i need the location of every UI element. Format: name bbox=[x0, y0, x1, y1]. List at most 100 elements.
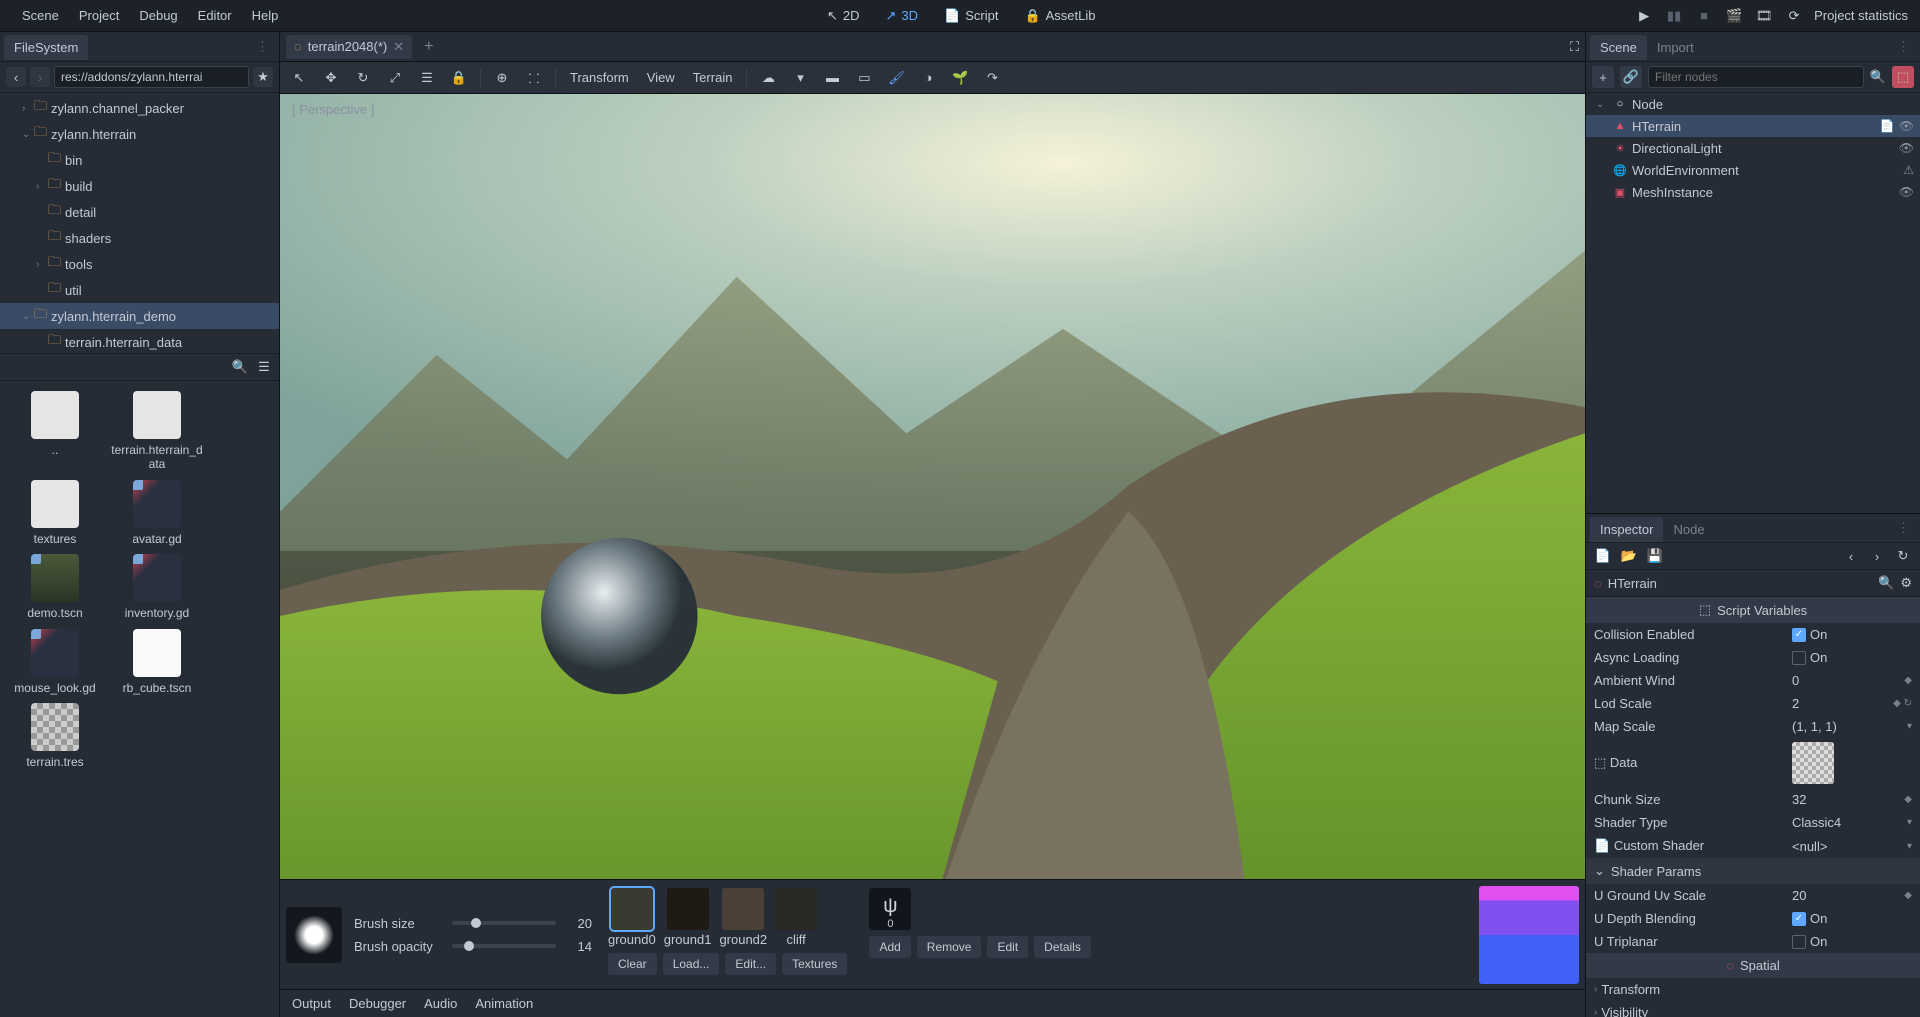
menu-scene[interactable]: Scene bbox=[12, 4, 69, 27]
local-space-icon[interactable]: ⊕ bbox=[491, 67, 513, 89]
tree-folder[interactable]: 🗀 terrain.hterrain_data bbox=[0, 329, 279, 353]
project-statistics[interactable]: Project statistics bbox=[1814, 8, 1908, 23]
collision-enabled-checkbox[interactable]: ✓ bbox=[1792, 628, 1806, 642]
tree-folder[interactable]: › 🗀 build bbox=[0, 173, 279, 199]
file-item[interactable]: demo.tscn bbox=[8, 554, 102, 620]
details-edit-button[interactable]: Edit bbox=[987, 936, 1028, 958]
mode-3d[interactable]: ↗ 3D bbox=[879, 4, 924, 28]
load-resource-icon[interactable]: 📂 bbox=[1620, 547, 1638, 565]
move-tool-icon[interactable]: ✥ bbox=[320, 67, 342, 89]
u-depth-blending-checkbox[interactable]: ✓ bbox=[1792, 912, 1806, 926]
add-tab-icon[interactable]: + bbox=[418, 36, 439, 58]
nav-forward-icon[interactable]: › bbox=[30, 67, 50, 87]
lock-tool-icon[interactable]: 🔒 bbox=[448, 67, 470, 89]
tree-folder[interactable]: ⌄ 🗀 zylann.hterrain bbox=[0, 121, 279, 147]
terrain-color-icon[interactable]: ◑ bbox=[917, 67, 939, 89]
filesystem-tree[interactable]: › 🗀 zylann.channel_packer ⌄ 🗀 zylann.hte… bbox=[0, 93, 279, 353]
inspector-tab-btn[interactable]: Inspector bbox=[1590, 517, 1663, 542]
terrain-raise-icon[interactable]: ☁ bbox=[757, 67, 779, 89]
history-fwd-icon[interactable]: › bbox=[1868, 547, 1886, 565]
menu-help[interactable]: Help bbox=[242, 4, 289, 27]
brush-opacity-slider[interactable] bbox=[452, 944, 556, 948]
foldout-transform[interactable]: ›Transform bbox=[1586, 978, 1920, 1001]
scene-node[interactable]: ▲ HTerrain 📄👁 bbox=[1586, 115, 1920, 137]
ambient-wind-value[interactable]: 0 bbox=[1792, 673, 1900, 688]
terrain-smooth-icon[interactable]: ▬ bbox=[821, 67, 843, 89]
bottom-tab-debugger[interactable]: Debugger bbox=[349, 996, 406, 1011]
terrain-lower-icon[interactable]: ▾ bbox=[789, 67, 811, 89]
texture-ground1[interactable] bbox=[667, 888, 709, 930]
scene-node[interactable]: 🌐 WorldEnvironment ⚠ bbox=[1586, 159, 1920, 181]
texture-ground2[interactable] bbox=[722, 888, 764, 930]
scene-node[interactable]: ⌄ ○ Node bbox=[1586, 93, 1920, 115]
obj-search-icon[interactable]: 🔍 bbox=[1878, 575, 1894, 591]
detail-grass-0[interactable]: ψ0 bbox=[869, 888, 911, 930]
texture-cliff[interactable] bbox=[775, 888, 817, 930]
bottom-tab-animation[interactable]: Animation bbox=[475, 996, 533, 1011]
section-spatial[interactable]: ◌ Spatial bbox=[1586, 953, 1920, 978]
details-add-button[interactable]: Add bbox=[869, 936, 910, 958]
terrain-flatten-icon[interactable]: ▭ bbox=[853, 67, 875, 89]
mode-2d[interactable]: ↖ 2D bbox=[821, 4, 866, 28]
inspector-dock-options-icon[interactable]: ⋮ bbox=[1891, 520, 1916, 536]
file-item[interactable]: terrain.tres bbox=[8, 703, 102, 769]
custom-shader-value[interactable]: <null> bbox=[1792, 839, 1903, 854]
terrain-detail-icon[interactable]: 🌱 bbox=[949, 67, 971, 89]
chunk-size-value[interactable]: 32 bbox=[1792, 792, 1900, 807]
file-grid[interactable]: ..terrain.hterrain_datatexturesavatar.gd… bbox=[0, 381, 279, 1017]
scene-tab[interactable]: ◌ terrain2048(*) ✕ bbox=[286, 35, 412, 59]
details-remove-button[interactable]: Remove bbox=[917, 936, 982, 958]
add-node-icon[interactable]: + bbox=[1592, 66, 1614, 88]
async-loading-checkbox[interactable] bbox=[1792, 651, 1806, 665]
scene-node[interactable]: ☀ DirectionalLight 👁 bbox=[1586, 137, 1920, 159]
tree-folder[interactable]: › 🗀 zylann.channel_packer bbox=[0, 95, 279, 121]
search-nodes-icon[interactable]: 🔍 bbox=[1870, 69, 1886, 85]
lod-scale-value[interactable]: 2 bbox=[1792, 696, 1889, 711]
play-scene-icon[interactable]: 🎬 bbox=[1724, 6, 1744, 26]
snap-icon[interactable]: ⸬ bbox=[523, 67, 545, 89]
data-resource-thumb[interactable] bbox=[1792, 742, 1834, 784]
file-item[interactable]: avatar.gd bbox=[110, 480, 204, 546]
pause-icon[interactable]: ▮▮ bbox=[1664, 6, 1684, 26]
list-view-icon[interactable]: ☰ bbox=[255, 358, 273, 376]
viewport-3d[interactable]: [ Perspective ] bbox=[280, 94, 1585, 879]
close-tab-icon[interactable]: ✕ bbox=[393, 39, 404, 55]
instance-node-icon[interactable]: 🔗 bbox=[1620, 66, 1642, 88]
textures-clear-button[interactable]: Clear bbox=[608, 953, 657, 975]
filesystem-tab[interactable]: FileSystem bbox=[4, 35, 88, 60]
new-resource-icon[interactable]: 📄 bbox=[1594, 547, 1612, 565]
menu-debug[interactable]: Debug bbox=[129, 4, 187, 27]
scene-tree[interactable]: ⌄ ○ Node ▲ HTerrain 📄👁 ☀ DirectionalLigh… bbox=[1586, 93, 1920, 513]
tree-folder[interactable]: 🗀 util bbox=[0, 277, 279, 303]
view-menu[interactable]: View bbox=[643, 68, 679, 87]
menu-project[interactable]: Project bbox=[69, 4, 129, 27]
section-script-variables[interactable]: ⬚ Script Variables bbox=[1586, 597, 1920, 623]
shader-type-dropdown[interactable]: Classic4 bbox=[1792, 815, 1903, 830]
save-resource-icon[interactable]: 💾 bbox=[1646, 547, 1664, 565]
filesystem-path-input[interactable] bbox=[54, 66, 249, 88]
file-item[interactable]: terrain.hterrain_data bbox=[110, 391, 204, 472]
details-menu-button[interactable]: Details bbox=[1034, 936, 1091, 958]
scene-node[interactable]: ▣ MeshInstance 👁 bbox=[1586, 181, 1920, 203]
node-tab-btn[interactable]: Node bbox=[1663, 517, 1714, 542]
script-icon[interactable]: 📄 bbox=[1880, 119, 1895, 133]
menu-editor[interactable]: Editor bbox=[188, 4, 242, 27]
play-icon[interactable]: ▶ bbox=[1634, 6, 1654, 26]
render-icon[interactable]: ⟳ bbox=[1784, 6, 1804, 26]
map-scale-value[interactable]: (1, 1, 1) bbox=[1792, 719, 1903, 734]
file-item[interactable]: inventory.gd bbox=[110, 554, 204, 620]
scene-tab-btn[interactable]: Scene bbox=[1590, 35, 1647, 60]
terrain-menu[interactable]: Terrain bbox=[689, 68, 737, 87]
scale-tool-icon[interactable]: ⤢ bbox=[384, 67, 406, 89]
play-custom-icon[interactable]: 🎞 bbox=[1754, 6, 1774, 26]
terrain-paint-icon[interactable]: 🖌 bbox=[885, 67, 907, 89]
textures-menu-button[interactable]: Textures bbox=[782, 953, 847, 975]
bottom-tab-audio[interactable]: Audio bbox=[424, 996, 457, 1011]
file-item[interactable]: mouse_look.gd bbox=[8, 629, 102, 695]
inspector-properties[interactable]: ⬚ Script Variables Collision Enabled ✓ O… bbox=[1586, 597, 1920, 1017]
history-icon[interactable]: ↻ bbox=[1894, 547, 1912, 565]
obj-tools-icon[interactable]: ⚙ bbox=[1900, 575, 1912, 591]
file-item[interactable]: .. bbox=[8, 391, 102, 472]
tree-folder[interactable]: 🗀 bin bbox=[0, 147, 279, 173]
select-tool-icon[interactable]: ↖ bbox=[288, 67, 310, 89]
